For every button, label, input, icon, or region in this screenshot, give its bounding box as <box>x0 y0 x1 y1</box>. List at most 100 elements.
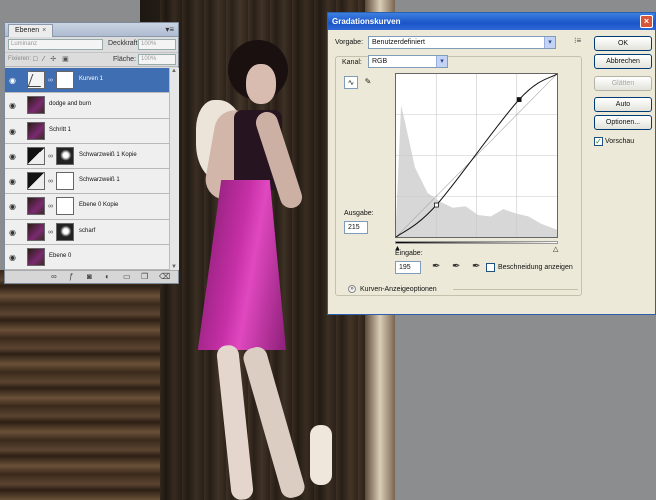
input-field[interactable]: 195 <box>395 261 421 274</box>
close-icon[interactable]: × <box>640 15 653 28</box>
eye-icon[interactable]: ◉ <box>9 101 16 110</box>
layer-thumbnail <box>27 197 45 216</box>
white-eyedropper-icon[interactable]: ✒ <box>472 261 480 272</box>
fill-label: Fläche: <box>113 56 136 63</box>
layer-name: Ebene 0 <box>49 252 72 259</box>
scroll-up-icon[interactable]: ▲ <box>171 68 177 74</box>
layer-row-schritt-1[interactable]: ◉ Schritt 1 <box>5 118 169 144</box>
preview-checkbox[interactable]: ✓ <box>594 137 603 146</box>
mask-icon[interactable]: ◙ <box>87 272 92 281</box>
model-shoe <box>310 425 332 485</box>
layers-footer: ∞ ƒ ◙ ◐ ▭ ❐ ⌫ <box>5 270 178 283</box>
tab-layers-label: Ebenen <box>15 27 40 34</box>
preset-options-icon[interactable]: ⁝≡ <box>574 36 581 45</box>
chain-link-icon[interactable]: ∞ <box>48 203 53 210</box>
lock-label: Fixieren: <box>8 56 32 62</box>
fx-icon[interactable]: ƒ <box>69 272 73 281</box>
output-field[interactable]: 215 <box>344 221 368 234</box>
tab-close-icon[interactable]: × <box>42 27 46 34</box>
channel-label: Kanal: <box>342 59 362 66</box>
black-eyedropper-icon[interactable]: ✒ <box>432 261 440 272</box>
layer-mask-thumbnail[interactable] <box>56 146 74 165</box>
preview-label: Vorschau <box>605 138 635 145</box>
layer-row-schwarzweiss-1[interactable]: ◉ ∞ Schwarzweiß 1 <box>5 169 169 195</box>
layers-tab-bar: Ebenen × ▾≡ <box>5 23 178 37</box>
layer-row-dodge-and-burn[interactable]: ◉ dodge and burn <box>5 93 169 119</box>
curve-point-active[interactable] <box>516 97 522 102</box>
layer-thumbnail <box>27 222 45 241</box>
curves-dialog: Gradationskurven × Vorgabe: Benutzerdefi… <box>327 12 656 315</box>
opacity-label: Deckkraft: <box>108 40 140 47</box>
curve-svg <box>395 73 558 238</box>
smooth-button[interactable]: Glätten <box>594 76 652 91</box>
dialog-title: Gradationskurven <box>332 17 401 26</box>
layer-thumbnail <box>27 247 45 266</box>
curve-options-label[interactable]: Kurven-Anzeigeoptionen <box>360 286 437 293</box>
layer-row-ebene-0-kopie[interactable]: ◉ ∞ Ebene 0 Kopie <box>5 194 169 220</box>
layer-name: scharf <box>79 227 96 234</box>
layer-thumbnail <box>27 96 45 115</box>
preset-select[interactable]: Benutzerdefiniert ▾ <box>368 36 556 49</box>
layer-row-schwarzweiss-1-kopie[interactable]: ◉ ∞ Schwarzweiß 1 Kopie <box>5 143 169 169</box>
auto-button[interactable]: Auto <box>594 97 652 112</box>
layer-name: Kurven 1 <box>79 76 104 82</box>
layer-row-kurven-1[interactable]: ◉ ∞ Kurven 1 <box>5 68 169 94</box>
trash-icon[interactable]: ⌫ <box>159 272 170 281</box>
fill-field[interactable]: 100% <box>138 54 176 65</box>
curve-edit-tool-icon[interactable]: ∿ <box>344 76 358 89</box>
layer-thumbnail <box>27 121 45 140</box>
eye-icon[interactable]: ◉ <box>9 177 16 186</box>
eye-icon[interactable]: ◉ <box>9 127 16 136</box>
curve-point[interactable] <box>434 202 439 208</box>
gray-eyedropper-icon[interactable]: ✒ <box>452 261 460 272</box>
pencil-tool-icon[interactable]: ✎ <box>361 76 375 89</box>
layer-mask-thumbnail[interactable] <box>56 197 74 216</box>
layer-name: Schwarzweiß 1 <box>79 177 120 183</box>
layer-name: Schwarzweiß 1 Kopie <box>79 151 137 158</box>
chain-link-icon[interactable]: ∞ <box>48 229 53 236</box>
folder-icon[interactable]: ▭ <box>123 272 131 281</box>
layers-scrollbar[interactable]: ▲ ▼ <box>169 68 179 270</box>
chain-link-icon[interactable]: ∞ <box>48 77 53 84</box>
layer-row-scharf[interactable]: ◉ ∞ scharf <box>5 219 169 245</box>
white-slider-icon[interactable]: △ <box>553 245 558 253</box>
eye-icon[interactable]: ◉ <box>9 76 16 85</box>
clipping-checkbox[interactable] <box>486 263 495 272</box>
eye-icon[interactable]: ◉ <box>9 202 16 211</box>
blend-mode-select[interactable]: Luminanz <box>8 39 103 50</box>
layer-mask-thumbnail[interactable] <box>56 71 74 89</box>
options-button[interactable]: Optionen... <box>594 115 652 130</box>
wood-crate <box>0 270 160 500</box>
channel-select[interactable]: RGB ▾ <box>368 55 448 68</box>
chevron-down-icon[interactable]: ▾ <box>544 37 555 48</box>
eye-icon[interactable]: ◉ <box>9 152 16 161</box>
blend-row: Luminanz Deckkraft: 100% <box>5 37 178 53</box>
eye-icon[interactable]: ◉ <box>9 228 16 237</box>
panel-menu-icon[interactable]: ▾≡ <box>165 25 174 34</box>
curve-graph[interactable] <box>395 73 558 238</box>
curves-adjustment-icon <box>27 71 45 89</box>
layer-mask-thumbnail[interactable] <box>56 222 74 241</box>
channel-value: RGB <box>372 58 388 65</box>
expand-chevron-icon[interactable]: » <box>348 285 356 293</box>
lock-icons[interactable]: □ ⁄ ✢ ▣ <box>33 55 71 63</box>
input-label: Eingabe: <box>395 250 423 257</box>
layer-name: Schritt 1 <box>49 126 72 133</box>
black-white-adjustment-icon <box>27 146 45 165</box>
layer-name: Ebene 0 Kopie <box>79 202 119 209</box>
chain-link-icon[interactable]: ∞ <box>48 153 53 160</box>
adjustment-icon[interactable]: ◐ <box>105 272 110 281</box>
chain-link-icon[interactable]: ∞ <box>48 178 53 185</box>
chevron-down-icon[interactable]: ▾ <box>436 56 447 67</box>
cancel-button[interactable]: Abbrechen <box>594 54 652 69</box>
new-layer-icon[interactable]: ❐ <box>141 272 148 281</box>
ok-button[interactable]: OK <box>594 36 652 51</box>
eye-icon[interactable]: ◉ <box>9 253 16 262</box>
link-icon[interactable]: ∞ <box>51 272 57 281</box>
layer-row-ebene-0[interactable]: ◉ Ebene 0 <box>5 244 169 270</box>
layer-mask-thumbnail[interactable] <box>56 172 74 190</box>
black-white-adjustment-icon <box>27 172 45 190</box>
tab-layers[interactable]: Ebenen × <box>8 24 54 37</box>
opacity-field[interactable]: 100% <box>138 39 176 50</box>
dialog-title-bar[interactable]: Gradationskurven × <box>328 13 655 30</box>
